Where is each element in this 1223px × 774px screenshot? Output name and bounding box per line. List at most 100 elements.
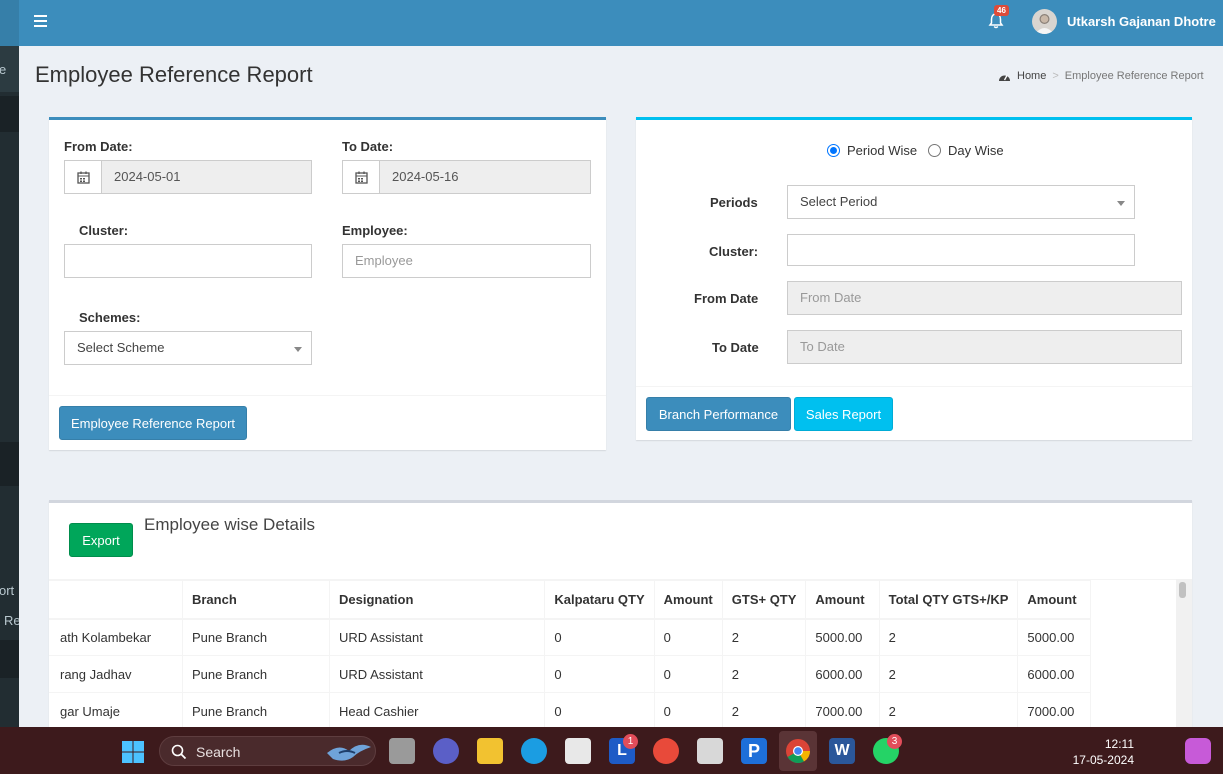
day-wise-radio[interactable] — [928, 144, 941, 157]
sidebar-item-partial[interactable]: Re — [4, 613, 19, 628]
to-date-label: To Date: — [342, 139, 394, 154]
system-clock[interactable]: 12:11 17-05-2024 — [1073, 736, 1134, 768]
employee-name-cell: rang Jadhav — [49, 655, 183, 693]
period-wise-label[interactable]: Period Wise — [847, 143, 917, 158]
scheme-select[interactable]: Select Scheme — [64, 331, 312, 365]
caret-down-icon — [294, 347, 302, 352]
sidebar: e ort Re — [0, 0, 19, 727]
from-date-group: 2024-05-01 — [64, 160, 312, 194]
window-app-icon[interactable] — [697, 738, 723, 764]
copilot-icon[interactable] — [1185, 738, 1211, 764]
branch-cell: Pune Branch — [181, 618, 331, 656]
column-header[interactable] — [49, 580, 183, 620]
column-header[interactable]: GTS+ QTY — [721, 580, 807, 620]
table-row: rang Jadhav Pune Branch URD Assistant 0 … — [49, 655, 1091, 693]
period-wise-radio[interactable] — [827, 144, 840, 157]
amount-cell: 0 — [653, 692, 723, 730]
kalpataru-qty-cell: 0 — [544, 692, 655, 730]
kalpataru-qty-cell: 0 — [544, 655, 655, 693]
branch-performance-button[interactable]: Branch Performance — [646, 397, 791, 431]
column-header[interactable]: Kalpataru QTY — [544, 580, 655, 620]
amount-cell: 5000.00 — [805, 618, 880, 656]
cluster-label: Cluster: — [709, 244, 759, 259]
employee-input[interactable]: Employee — [342, 244, 591, 278]
details-title: Employee wise Details — [144, 515, 316, 534]
sidebar-item-partial[interactable]: ort — [0, 583, 14, 598]
day-wise-label[interactable]: Day Wise — [948, 143, 1004, 158]
logo-area — [0, 0, 19, 46]
column-header[interactable]: Amount — [805, 580, 880, 620]
clock-date: 17-05-2024 — [1072, 753, 1134, 767]
amount-cell: 7000.00 — [1017, 692, 1091, 730]
column-header[interactable]: Amount — [653, 580, 723, 620]
cluster-input[interactable] — [64, 244, 312, 278]
chrome-icon[interactable] — [785, 738, 811, 764]
word-icon[interactable]: W — [829, 738, 855, 764]
amount-cell: 6000.00 — [805, 655, 880, 693]
cluster-input[interactable] — [787, 234, 1135, 266]
to-date-group: 2024-05-16 — [342, 160, 591, 194]
period-select[interactable]: Select Period — [787, 185, 1135, 219]
schemes-label: Schemes: — [79, 310, 141, 325]
amount-cell: 7000.00 — [805, 692, 880, 730]
table-row: gar Umaje Pune Branch Head Cashier 0 0 2… — [49, 692, 1091, 730]
total-qty-cell: 2 — [878, 618, 1019, 656]
gts-qty-cell: 2 — [721, 618, 807, 656]
table-row: ath Kolambekar Pune Branch URD Assistant… — [49, 618, 1091, 656]
period-select-value: Select Period — [800, 194, 878, 209]
gts-qty-cell: 2 — [721, 692, 807, 730]
taskbar-search[interactable]: Search — [159, 736, 376, 766]
to-date-input[interactable]: To Date — [787, 330, 1182, 364]
breadcrumb: Home > Employee Reference Report — [998, 70, 1204, 82]
amount-cell: 0 — [653, 655, 723, 693]
column-header[interactable]: Amount — [1017, 580, 1091, 620]
branch-cell: Pune Branch — [181, 655, 331, 693]
windows-start-icon[interactable] — [121, 740, 145, 764]
breadcrumb-current: Employee Reference Report — [1064, 70, 1204, 82]
bird-widget-icon — [327, 744, 371, 761]
designation-cell: URD Assistant — [329, 618, 546, 656]
store-icon[interactable] — [565, 738, 591, 764]
sales-report-button[interactable]: Sales Report — [794, 397, 893, 431]
from-date-input[interactable]: From Date — [787, 281, 1182, 315]
p-app-icon[interactable]: P — [741, 738, 767, 764]
details-table-wrapper: Branch Designation Kalpataru QTY Amount … — [49, 579, 1176, 730]
page-title: Employee Reference Report — [35, 62, 313, 87]
amount-cell: 5000.00 — [1017, 618, 1091, 656]
scrollbar-thumb[interactable] — [1179, 582, 1186, 598]
total-qty-cell: 2 — [878, 692, 1019, 730]
breadcrumb-home[interactable]: Home — [1017, 70, 1046, 82]
employee-reference-report-button[interactable]: Employee Reference Report — [59, 406, 247, 440]
divider — [636, 386, 1192, 387]
divider — [49, 395, 606, 396]
avatar[interactable] — [1032, 9, 1057, 34]
task-view-icon[interactable] — [389, 738, 415, 764]
search-icon — [171, 744, 187, 760]
from-date-label: From Date — [694, 291, 759, 306]
employee-reference-form: From Date: 2024-05-01 To Date: 2024-05-1… — [49, 117, 606, 450]
menu-toggle-icon[interactable] — [34, 15, 47, 27]
column-header[interactable]: Branch — [181, 580, 331, 620]
edge-icon[interactable] — [521, 738, 547, 764]
branch-report-form: Period Wise Day Wise Periods Select Peri… — [636, 117, 1192, 440]
calendar-icon[interactable] — [342, 160, 380, 194]
from-date-input[interactable]: 2024-05-01 — [102, 160, 312, 194]
caret-down-icon — [1117, 201, 1125, 206]
sidebar-item-partial[interactable]: e — [0, 62, 6, 77]
column-header[interactable]: Total QTY GTS+/KP — [878, 580, 1019, 620]
to-date-input[interactable]: 2024-05-16 — [380, 160, 591, 194]
teams-chat-icon[interactable] — [433, 738, 459, 764]
periods-label: Periods — [710, 195, 758, 210]
amount-cell: 0 — [653, 618, 723, 656]
search-label: Search — [196, 744, 241, 760]
column-header[interactable]: Designation — [329, 580, 546, 620]
user-name[interactable]: Utkarsh Gajanan Dhotre — [1067, 14, 1216, 29]
export-button[interactable]: Export — [69, 523, 133, 557]
dashboard-icon — [999, 74, 1010, 81]
calendar-icon[interactable] — [64, 160, 102, 194]
notification-badge: 46 — [994, 5, 1009, 16]
table-scrollbar[interactable] — [1176, 579, 1192, 730]
wps-office-icon[interactable] — [653, 738, 679, 764]
file-explorer-icon[interactable] — [477, 738, 503, 764]
details-table: Branch Designation Kalpataru QTY Amount … — [49, 580, 1091, 730]
